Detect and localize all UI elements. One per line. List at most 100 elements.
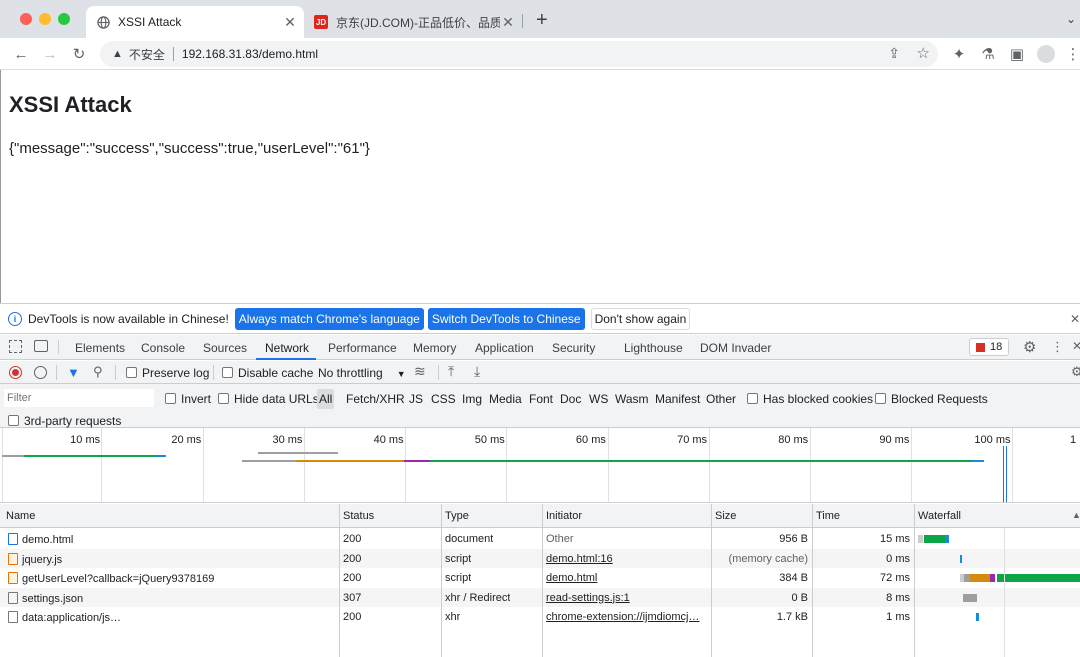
tab-elements[interactable]: Elements [75,341,125,355]
request-name[interactable]: data:application/js… [8,611,336,624]
type-filter-media[interactable]: Media [489,392,522,406]
record-icon[interactable] [9,366,22,379]
tab-xssi-attack[interactable]: XSSI Attack ✕ [86,6,304,38]
request-name[interactable]: getUserLevel?callback=jQuery9378169 [8,572,336,585]
network-settings-icon[interactable]: ⚙ [1071,364,1080,380]
close-window-button[interactable] [20,13,32,25]
col-initiator-header[interactable]: Initiator [546,510,582,522]
close-devtools-icon[interactable]: ✕ [1072,339,1080,353]
side-panel-icon[interactable]: ▣ [1008,45,1026,63]
third-party-checkbox[interactable]: 3rd-party requests [8,414,121,428]
type-filter-all[interactable]: All [317,389,335,409]
invert-checkbox[interactable]: Invert [165,392,211,406]
type-filter-font[interactable]: Font [529,392,553,406]
url-text[interactable]: 192.168.31.83/demo.html [182,47,318,61]
close-infobar-icon[interactable]: ✕ [1070,312,1080,326]
type-filter-ws[interactable]: WS [589,392,608,406]
col-time-header[interactable]: Time [816,510,840,522]
preserve-log-checkbox[interactable]: Preserve log [126,366,209,380]
tab-memory[interactable]: Memory [413,341,456,355]
table-row[interactable]: getUserLevel?callback=jQuery9378169 200 sc… [0,568,1080,588]
table-row[interactable]: demo.html 200 document Other 956 B 15 ms [0,529,1080,549]
type-filter-js[interactable]: JS [409,392,423,406]
tab-security[interactable]: Security [552,341,595,355]
always-match-language-button[interactable]: Always match Chrome's language [234,307,424,330]
switch-to-chinese-button[interactable]: Switch DevTools to Chinese [427,307,585,330]
blocked-requests-checkbox[interactable]: Blocked Requests [875,392,988,406]
reload-icon[interactable]: ↻ [70,45,88,63]
col-size-header[interactable]: Size [715,510,736,522]
request-initiator[interactable]: read-settings.js:1 [546,592,708,604]
extensions-icon[interactable]: ✦ [950,45,968,63]
tab-performance[interactable]: Performance [328,341,397,355]
close-tab-icon[interactable]: ✕ [500,14,516,31]
devtools-menu-icon[interactable]: ⋮ [1051,339,1064,355]
type-filter-other[interactable]: Other [706,392,736,406]
col-name-header[interactable]: Name [6,510,35,522]
labs-flask-icon[interactable]: ⚗ [979,45,997,63]
table-row[interactable]: jquery.js 200 script demo.html:16 (memory ca… [0,548,1080,568]
settings-gear-icon[interactable]: ⚙ [1023,338,1036,356]
type-filter-css[interactable]: CSS [431,392,456,406]
profile-avatar-icon[interactable] [1037,45,1055,63]
table-header: Name Status Type Initiator Size Time Wat… [0,504,1080,528]
request-initiator[interactable]: chrome-extension://ijmdiomcj… [546,611,708,623]
request-name[interactable]: demo.html [8,533,336,546]
type-filter-manifest[interactable]: Manifest [655,392,700,406]
overview-bar [404,460,430,462]
tab-sources[interactable]: Sources [203,341,247,355]
preserve-log-label: Preserve log [142,366,210,380]
security-label[interactable]: 不安全 [129,46,165,63]
disable-cache-checkbox[interactable]: Disable cache [222,366,313,380]
network-overview-timeline[interactable]: 10 ms 20 ms 30 ms 40 ms 50 ms 60 ms 70 ms 80 ms… [0,428,1080,503]
new-tab-button[interactable]: + [536,9,548,32]
type-filter-img[interactable]: Img [462,392,482,406]
close-tab-icon[interactable]: ✕ [282,14,298,31]
back-icon[interactable]: ← [12,45,30,63]
request-name-text: jquery.js [22,553,63,566]
col-status-header[interactable]: Status [343,510,374,522]
type-filter-doc[interactable]: Doc [560,392,581,406]
has-blocked-cookies-checkbox[interactable]: Has blocked cookies [747,392,873,406]
hide-data-urls-checkbox[interactable]: Hide data URLs [218,392,319,406]
chrome-menu-icon[interactable]: ⋮ [1064,45,1080,63]
search-icon[interactable]: ⚲ [93,364,103,380]
export-har-icon[interactable]: ⤓ [474,363,480,380]
bookmark-star-icon[interactable]: ☆ [917,44,930,62]
minimize-window-button[interactable] [39,13,51,25]
tab-network[interactable]: Network [265,341,309,355]
chevron-down-icon: ▼ [396,369,406,379]
import-har-icon[interactable]: ⤒ [448,363,454,380]
tab-lighthouse[interactable]: Lighthouse [624,341,683,355]
filter-funnel-icon[interactable]: ▼ [67,365,80,380]
col-waterfall-header[interactable]: Waterfall [918,510,961,522]
invert-label: Invert [181,392,212,406]
clear-icon[interactable] [34,366,47,379]
request-name[interactable]: jquery.js [8,552,336,566]
device-toolbar-icon[interactable] [34,340,48,352]
request-name[interactable]: settings.json [8,591,336,605]
tab-application[interactable]: Application [475,341,534,355]
table-row[interactable]: data:application/js… 200 xhr chrome-extensi… [0,607,1080,627]
share-icon[interactable]: ⇪ [888,45,900,62]
table-row[interactable]: settings.json 307 xhr / Redirect read-setti… [0,587,1080,607]
tab-search-icon[interactable]: ⌄ [1066,12,1076,26]
issues-badge[interactable]: 18 [969,338,1009,356]
throttling-select[interactable]: No throttling ▼ [318,366,406,380]
type-filter-wasm[interactable]: Wasm [615,392,649,406]
filter-input[interactable] [4,389,154,407]
forward-icon[interactable]: → [41,45,59,63]
request-time: 1 ms [886,611,910,623]
tab-jd[interactable]: JD 京东(JD.COM)-正品低价、品质 ✕ [304,6,522,38]
request-initiator[interactable]: demo.html:16 [546,553,708,565]
maximize-window-button[interactable] [58,13,70,25]
inspect-element-icon[interactable] [9,340,22,353]
tab-console[interactable]: Console [141,341,185,355]
network-conditions-icon[interactable]: ≋ [414,363,426,380]
tab-dom-invader[interactable]: DOM Invader [700,341,771,355]
dont-show-again-button[interactable]: Don't show again [590,307,691,330]
col-type-header[interactable]: Type [445,510,469,522]
type-filter-fetch-xhr[interactable]: Fetch/XHR [346,392,405,406]
request-initiator[interactable]: demo.html [546,572,708,584]
address-bar[interactable]: ▲ 不安全 192.168.31.83/demo.html ⇪ ☆ [100,41,938,67]
